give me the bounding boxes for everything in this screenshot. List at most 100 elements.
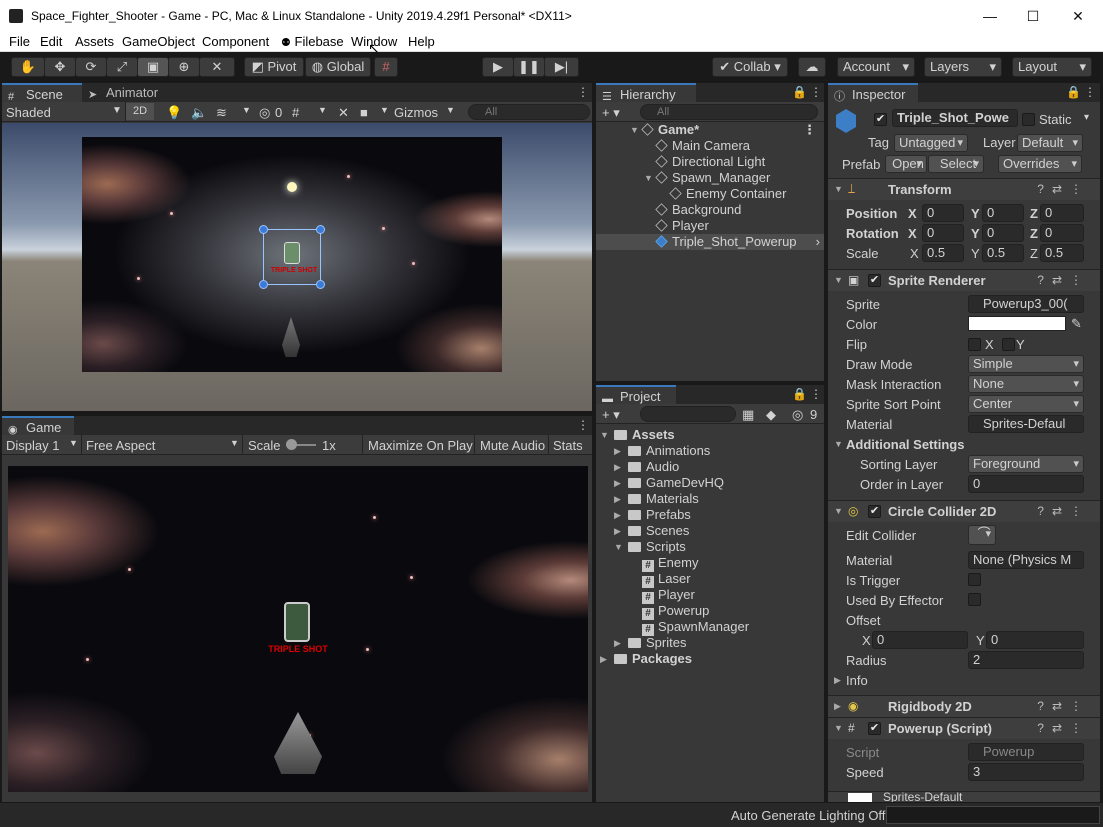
- scale-z-input[interactable]: 0.5: [1040, 244, 1084, 262]
- project-item-laser-script[interactable]: # Laser: [596, 571, 824, 588]
- pause-button[interactable]: ❚❚: [513, 57, 545, 77]
- lock-icon[interactable]: 🔒: [1066, 85, 1081, 99]
- edit-collider-button[interactable]: ⌒: [968, 525, 996, 545]
- project-item-enemy-script[interactable]: # Enemy: [596, 555, 824, 572]
- rect-tool-button[interactable]: ▣: [137, 57, 169, 77]
- scale-tool-button[interactable]: ⤢: [106, 57, 138, 77]
- fold-arrow-icon[interactable]: ▼: [834, 506, 843, 516]
- project-search-input[interactable]: [640, 406, 736, 422]
- lock-icon[interactable]: 🔒: [792, 85, 807, 99]
- grid-snap-button[interactable]: #: [374, 57, 398, 77]
- prefab-open-button[interactable]: Open: [885, 155, 927, 173]
- display-dropdown[interactable]: Display 1: [6, 438, 59, 453]
- grid-toggle-icon[interactable]: #: [292, 105, 299, 120]
- fold-arrow-icon[interactable]: ▼: [834, 184, 843, 194]
- filter-type-icon[interactable]: ▦: [742, 407, 754, 423]
- project-item-player-script[interactable]: # Player: [596, 587, 824, 604]
- gizmos-chevron-icon[interactable]: ▼: [446, 105, 455, 115]
- rigidbody-header[interactable]: ▶ ◉ Rigidbody 2D ?⇄⋮: [828, 695, 1100, 717]
- maximize-button[interactable]: ☐: [1018, 6, 1048, 26]
- transform-tool-button[interactable]: ⊕: [168, 57, 200, 77]
- shading-dropdown[interactable]: Shaded: [6, 105, 51, 120]
- minimize-button[interactable]: —: [975, 6, 1005, 26]
- component-actions-icon[interactable]: ?⇄⋮: [1037, 273, 1090, 287]
- cloud-button[interactable]: ☁: [798, 57, 826, 77]
- hidden-packages-icon[interactable]: ◎: [792, 407, 803, 423]
- effects-chevron-icon[interactable]: ▼: [242, 105, 251, 115]
- collab-dropdown[interactable]: ✔ Collab ▾: [712, 57, 788, 77]
- hierarchy-item-directional-light[interactable]: Directional Light: [596, 154, 824, 170]
- used-by-effector-checkbox[interactable]: [968, 593, 981, 606]
- info-label[interactable]: Info: [846, 673, 868, 688]
- project-item-animations[interactable]: ▶ Animations: [596, 443, 824, 459]
- object-name-input[interactable]: Triple_Shot_Powe: [892, 109, 1018, 127]
- powerup-script-header[interactable]: ▼ # ✔ Powerup (Script) ?⇄⋮: [828, 717, 1100, 739]
- tag-dropdown[interactable]: Untagged: [894, 134, 968, 152]
- close-button[interactable]: ✕: [1063, 6, 1093, 26]
- scale-slider-thumb[interactable]: [286, 439, 297, 450]
- account-dropdown[interactable]: Account ▾: [837, 57, 915, 77]
- hierarchy-item-player[interactable]: Player: [596, 218, 824, 234]
- component-actions-icon[interactable]: ?⇄⋮: [1037, 721, 1090, 735]
- project-item-audio[interactable]: ▶ Audio: [596, 459, 824, 475]
- component-actions-icon[interactable]: ?⇄⋮: [1037, 504, 1090, 518]
- mute-audio-toggle[interactable]: Mute Audio: [480, 438, 545, 453]
- flip-x-checkbox[interactable]: [968, 338, 981, 351]
- scale-x-input[interactable]: 0.5: [922, 244, 964, 262]
- project-item-materials[interactable]: ▶ Materials: [596, 491, 824, 507]
- project-item-powerup-script[interactable]: # Powerup: [596, 603, 824, 620]
- lock-icon[interactable]: 🔒: [792, 387, 807, 401]
- component-actions-icon[interactable]: ?⇄⋮: [1037, 699, 1090, 713]
- static-chevron-icon[interactable]: ▾: [1084, 112, 1089, 123]
- material-preview-header[interactable]: Sprites-Default: [828, 790, 1100, 802]
- mask-interaction-dropdown[interactable]: None: [968, 375, 1084, 393]
- speed-input[interactable]: 3: [968, 763, 1084, 781]
- fold-arrow-icon[interactable]: ▼: [834, 275, 843, 285]
- hierarchy-item-spawn-manager[interactable]: ▼ Spawn_Manager: [596, 170, 824, 186]
- static-checkbox[interactable]: [1022, 113, 1035, 126]
- scene-search-input[interactable]: All: [468, 104, 590, 120]
- tab-scene[interactable]: # Scene: [2, 83, 82, 103]
- create-asset-button[interactable]: + ▾: [602, 407, 620, 423]
- game-view[interactable]: TRIPLE SHOT: [8, 466, 588, 792]
- hierarchy-menu-icon[interactable]: ⋮: [810, 85, 822, 99]
- project-item-scripts[interactable]: ▼ Scripts: [596, 539, 824, 555]
- position-x-input[interactable]: 0: [922, 204, 964, 222]
- sprite-renderer-enabled-checkbox[interactable]: ✔: [868, 274, 881, 287]
- radius-input[interactable]: 2: [968, 651, 1084, 669]
- collider-enabled-checkbox[interactable]: ✔: [868, 505, 881, 518]
- scale-y-input[interactable]: 0.5: [982, 244, 1024, 262]
- hierarchy-search-input[interactable]: All: [640, 104, 818, 120]
- aspect-chevron-icon[interactable]: ▼: [230, 438, 239, 448]
- additional-settings-label[interactable]: Additional Settings: [846, 437, 964, 452]
- project-item-prefabs[interactable]: ▶ Prefabs: [596, 507, 824, 523]
- order-in-layer-input[interactable]: 0: [968, 475, 1084, 493]
- menu-assets[interactable]: Assets: [75, 34, 114, 49]
- inspector-menu-icon[interactable]: ⋮: [1084, 85, 1096, 99]
- position-z-input[interactable]: 0: [1040, 204, 1084, 222]
- collider-material-field[interactable]: None (Physics M: [968, 551, 1084, 569]
- display-chevron-icon[interactable]: ▼: [69, 438, 78, 448]
- rotation-z-input[interactable]: 0: [1040, 224, 1084, 242]
- audio-icon[interactable]: 🔈: [191, 105, 207, 121]
- project-item-gamedevhq[interactable]: ▶ GameDevHQ: [596, 475, 824, 491]
- game-menu-icon[interactable]: ⋮: [577, 418, 589, 432]
- hierarchy-item-main-camera[interactable]: Main Camera: [596, 138, 824, 154]
- scene-menu-icon[interactable]: ⋮: [803, 122, 816, 138]
- pivot-toggle[interactable]: ◩ Pivot: [244, 57, 304, 77]
- layer-dropdown[interactable]: Default: [1017, 134, 1083, 152]
- tools-icon[interactable]: ✕: [338, 105, 349, 121]
- camera-icon[interactable]: ■: [360, 105, 368, 120]
- fold-arrow-icon[interactable]: ▶: [834, 675, 841, 686]
- active-checkbox[interactable]: ✔: [874, 113, 887, 126]
- hidden-objects-icon[interactable]: ◎: [259, 105, 270, 121]
- lighting-icon[interactable]: 💡: [166, 105, 182, 121]
- material-object-field[interactable]: Sprites-Defaul: [968, 415, 1084, 433]
- global-toggle[interactable]: ◍ Global: [305, 57, 371, 77]
- menu-file[interactable]: File: [9, 34, 30, 49]
- 2d-toggle[interactable]: 2D: [126, 103, 154, 120]
- rotation-y-input[interactable]: 0: [982, 224, 1024, 242]
- step-button[interactable]: ▶|: [544, 57, 579, 77]
- rotation-x-input[interactable]: 0: [922, 224, 964, 242]
- maximize-on-play-toggle[interactable]: Maximize On Play: [368, 438, 473, 453]
